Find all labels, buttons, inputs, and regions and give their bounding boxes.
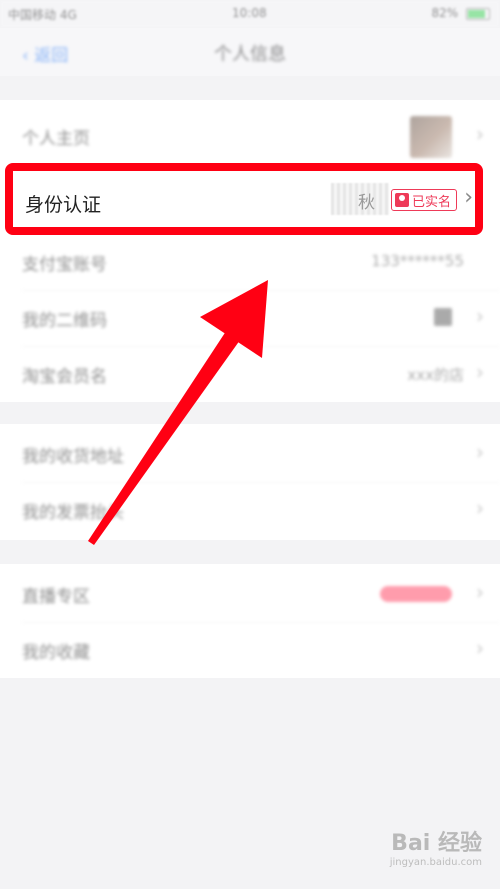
watermark: Bai 经验 jingyan.baidu.com	[342, 825, 482, 877]
annotation-arrow	[88, 280, 268, 545]
arrow-shaft	[88, 316, 250, 545]
watermark-brand: Bai 经验	[391, 831, 482, 856]
watermark-url: jingyan.baidu.com	[389, 857, 482, 868]
